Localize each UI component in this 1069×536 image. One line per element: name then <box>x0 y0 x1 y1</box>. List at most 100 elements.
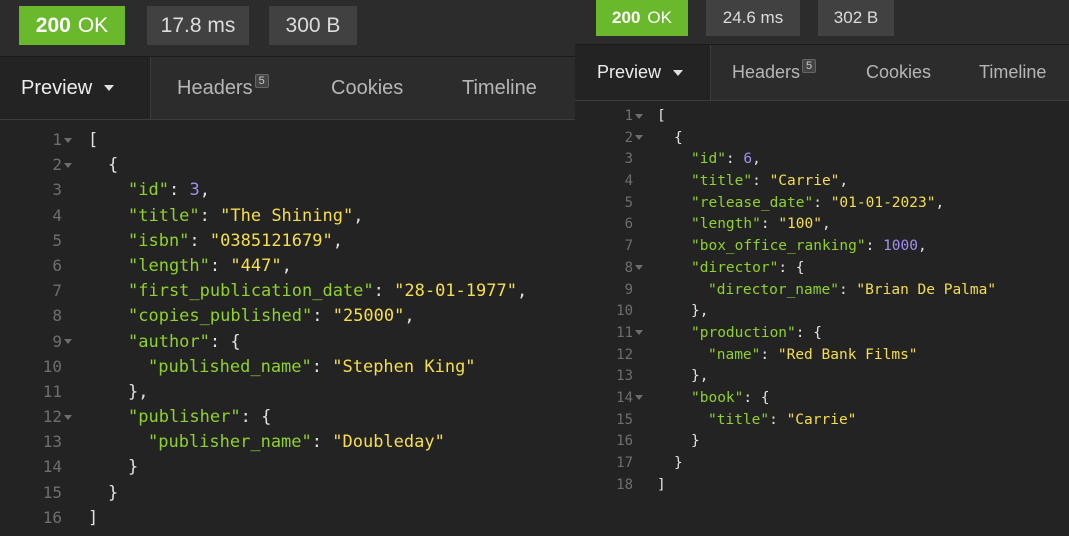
status-code: 200 <box>35 13 71 37</box>
code-content: "isbn": "0385121679", <box>88 231 343 251</box>
tab-preview[interactable]: Preview <box>575 45 711 100</box>
line-number: 13 <box>616 368 633 385</box>
json-string-value: "28-01-1977" <box>394 281 517 302</box>
line-number: 14 <box>616 389 633 406</box>
code-content: "id": 6, <box>657 151 761 167</box>
line-number: 2 <box>624 129 633 146</box>
code-content: "published_name": "Stephen King" <box>88 357 476 377</box>
line-number: 5 <box>52 230 62 250</box>
json-key: "name" <box>708 346 761 363</box>
code-content: [ <box>657 108 666 124</box>
code-content: { <box>88 155 118 175</box>
line-number: 16 <box>616 433 633 450</box>
tab-timeline[interactable]: Timeline <box>462 57 537 119</box>
json-key: "director_name" <box>708 281 839 298</box>
json-number-value: 1000 <box>883 238 918 255</box>
line-number: 3 <box>52 180 62 200</box>
fold-arrow-icon[interactable] <box>62 153 88 178</box>
line-number: 10 <box>42 356 62 376</box>
tab-cookies[interactable]: Cookies <box>866 45 931 100</box>
fold-arrow-icon[interactable] <box>633 106 657 128</box>
json-string-value: "25000" <box>332 306 405 327</box>
line-number: 15 <box>616 411 633 428</box>
status-bar: 200 OK 24.6 ms 302 B <box>575 0 1069 45</box>
fold-arrow-icon[interactable] <box>62 128 88 153</box>
json-key: "id" <box>691 151 726 168</box>
json-string-value: "Brian De Palma" <box>856 281 997 298</box>
right-response-panel: 200 OK 24.6 ms 302 B Preview Headers 5 Coo… <box>575 0 1069 536</box>
line-number: 3 <box>624 151 633 168</box>
code-line: 13}, <box>575 366 1069 388</box>
line-number: 7 <box>52 281 62 301</box>
code-content: "first_publication_date": "28-01-1977", <box>88 281 527 301</box>
tab-timeline[interactable]: Timeline <box>979 45 1046 100</box>
code-line: 10}, <box>575 301 1069 323</box>
code-content: "name": "Red Bank Films" <box>657 347 918 363</box>
tab-headers[interactable]: Headers 5 <box>732 45 817 100</box>
json-key: "director" <box>691 259 779 276</box>
code-content: "title": "The Shining", <box>88 206 363 226</box>
line-number: 18 <box>616 476 633 493</box>
code-line: 3 "id": 6, <box>575 149 1069 171</box>
json-key: "id" <box>128 180 169 201</box>
line-number: 11 <box>42 381 62 401</box>
line-number: 14 <box>42 457 62 477</box>
line-number: 1 <box>624 108 633 124</box>
code-line: 1[ <box>575 106 1069 128</box>
code-content: "title": "Carrie", <box>657 173 848 189</box>
json-punctuation: : <box>769 411 787 428</box>
json-punctuation: { <box>674 129 683 146</box>
fold-arrow-icon[interactable] <box>633 388 657 410</box>
fold-arrow-icon[interactable] <box>62 330 88 355</box>
line-number: 12 <box>616 346 633 363</box>
code-line: 8 "copies_published": "25000", <box>0 303 575 328</box>
tab-preview[interactable]: Preview <box>0 57 151 119</box>
chevron-down-icon <box>673 69 684 76</box>
json-punctuation: : { <box>795 324 822 341</box>
fold-arrow-icon[interactable] <box>633 258 657 280</box>
json-punctuation: }, <box>691 303 709 320</box>
code-content: "id": 3, <box>88 180 210 200</box>
json-punctuation: : <box>311 432 333 453</box>
json-punctuation: [ <box>88 130 99 150</box>
json-string-value: "Red Bank Films" <box>777 346 918 363</box>
json-punctuation: : { <box>778 259 805 276</box>
tab-headers[interactable]: Headers 5 <box>177 57 269 119</box>
code-line: 4 "title": "Carrie", <box>575 171 1069 193</box>
json-punctuation: { <box>108 155 119 176</box>
code-content: [ <box>88 130 98 150</box>
code-line: 4 "title": "The Shining", <box>0 203 575 228</box>
tab-headers-label: Headers <box>177 76 253 99</box>
line-number: 17 <box>616 455 633 471</box>
code-content: "length": "447", <box>88 256 292 276</box>
code-line: 5 "release_date": "01-01-2023", <box>575 193 1069 215</box>
code-line: 12 "name": "Red Bank Films" <box>575 345 1069 367</box>
tab-cookies[interactable]: Cookies <box>331 57 403 119</box>
line-number: 16 <box>42 507 62 527</box>
json-punctuation: : <box>752 173 770 190</box>
line-number: 13 <box>42 432 62 452</box>
line-number: 8 <box>624 259 633 276</box>
code-line: 13 "publisher_name": "Doubleday" <box>0 429 575 454</box>
line-number: 10 <box>616 303 633 320</box>
response-tabs: Preview Headers 5 Cookies Timeline <box>575 45 1069 101</box>
line-number: 4 <box>624 173 633 190</box>
json-punctuation: , <box>281 255 292 276</box>
line-number: 4 <box>52 205 62 225</box>
code-content: "director_name": "Brian De Palma" <box>657 282 996 298</box>
json-string-value: "Carrie" <box>769 173 840 190</box>
left-response-panel: 200 OK 17.8 ms 300 B Preview Headers 5 Coo… <box>0 0 576 536</box>
json-punctuation: : <box>373 281 395 302</box>
fold-arrow-icon[interactable] <box>633 128 657 150</box>
code-line: 9 "director_name": "Brian De Palma" <box>575 280 1069 302</box>
json-punctuation: : <box>312 306 333 327</box>
line-number: 1 <box>52 130 62 149</box>
json-string-value: "Stephen King" <box>332 356 476 377</box>
fold-arrow-icon[interactable] <box>633 323 657 345</box>
json-punctuation: ] <box>88 507 99 528</box>
code-line: 15} <box>0 480 575 505</box>
fold-arrow-icon[interactable] <box>62 405 88 430</box>
json-punctuation: : <box>760 216 779 233</box>
json-key: "published_name" <box>148 356 312 377</box>
code-line: 11}, <box>0 379 575 404</box>
